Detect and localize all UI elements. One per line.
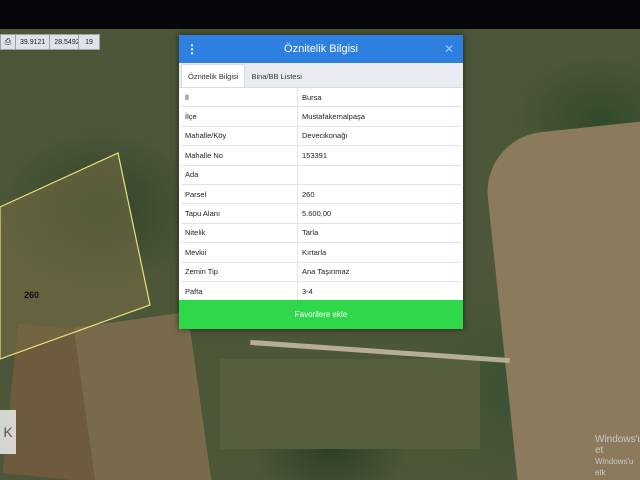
tab-building-list[interactable]: Bina/BB Listesi bbox=[245, 65, 307, 87]
row-value: 3-4 bbox=[297, 281, 461, 302]
row-value: Kırtarla bbox=[297, 242, 461, 263]
top-bar bbox=[0, 0, 640, 29]
dialog-tabs: Öznitelik Bilgisi Bina/BB Listesi bbox=[179, 63, 463, 88]
tab-attribute-info[interactable]: Öznitelik Bilgisi bbox=[181, 64, 246, 87]
table-row: Mevkii Kırtarla bbox=[181, 242, 461, 263]
row-key: Ada bbox=[181, 165, 298, 185]
row-key: Nitelik bbox=[181, 223, 298, 244]
table-row: İlçe Mustafakemalpaşa bbox=[181, 106, 461, 127]
row-key: İlçe bbox=[181, 106, 298, 127]
row-value: Ana Taşınmaz bbox=[297, 262, 461, 282]
row-key: Mahalle No bbox=[181, 145, 298, 166]
add-to-favorites-button[interactable]: Favorilere ekle bbox=[179, 300, 463, 329]
latitude-value: 39.9121 bbox=[16, 35, 51, 49]
table-row: Tapu Alanı 5.600,00 bbox=[181, 203, 461, 224]
table-row: Ada bbox=[181, 165, 461, 185]
row-value: 5.600,00 bbox=[297, 203, 461, 224]
menu-dots-icon[interactable]: ⋮ bbox=[185, 41, 199, 57]
dialog-title: Öznitelik Bilgisi bbox=[284, 43, 358, 55]
close-icon[interactable]: ✕ bbox=[442, 41, 456, 57]
row-value: 260 bbox=[297, 184, 461, 205]
table-row: Mahalle/Köy Devecikonağı bbox=[181, 126, 461, 147]
parcel-number-label: 260 bbox=[24, 290, 40, 300]
table-row: Zemin Tip Ana Taşınmaz bbox=[181, 262, 461, 282]
row-key: Tapu Alanı bbox=[181, 203, 298, 224]
attribute-table: İl Bursa İlçe Mustafakemalpaşa Mahalle/Köy… bbox=[181, 88, 461, 302]
row-value bbox=[297, 165, 461, 185]
attribute-info-dialog: ⋮ Öznitelik Bilgisi ✕ Öznitelik Bilgisi … bbox=[179, 35, 463, 329]
dialog-header: ⋮ Öznitelik Bilgisi ✕ bbox=[179, 35, 463, 63]
row-value: Mustafakemalpaşa bbox=[297, 106, 461, 127]
table-row: Mahalle No 153391 bbox=[181, 145, 461, 166]
row-key: İl bbox=[181, 88, 298, 108]
table-row: Parsel 260 bbox=[181, 184, 461, 205]
row-value: 153391 bbox=[297, 145, 461, 166]
row-key: Zemin Tip bbox=[181, 262, 298, 282]
zoom-level: 19 bbox=[78, 34, 100, 50]
row-key: Pafta bbox=[181, 281, 298, 302]
row-value: Tarla bbox=[297, 223, 461, 244]
table-row: Nitelik Tarla bbox=[181, 223, 461, 244]
row-key: Parsel bbox=[181, 184, 298, 205]
row-key: Mevkii bbox=[181, 242, 298, 263]
logo-tab[interactable]: K bbox=[0, 410, 16, 454]
row-value: Bursa bbox=[297, 88, 461, 108]
print-icon[interactable]: ⎙ bbox=[1, 35, 16, 49]
table-row: Pafta 3-4 bbox=[181, 281, 461, 302]
row-value: Devecikonağı bbox=[297, 126, 461, 147]
table-row: İl Bursa bbox=[181, 88, 461, 108]
row-key: Mahalle/Köy bbox=[181, 126, 298, 147]
windows-activation-watermark: Windows'u et Windows'u etk bbox=[595, 434, 640, 477]
